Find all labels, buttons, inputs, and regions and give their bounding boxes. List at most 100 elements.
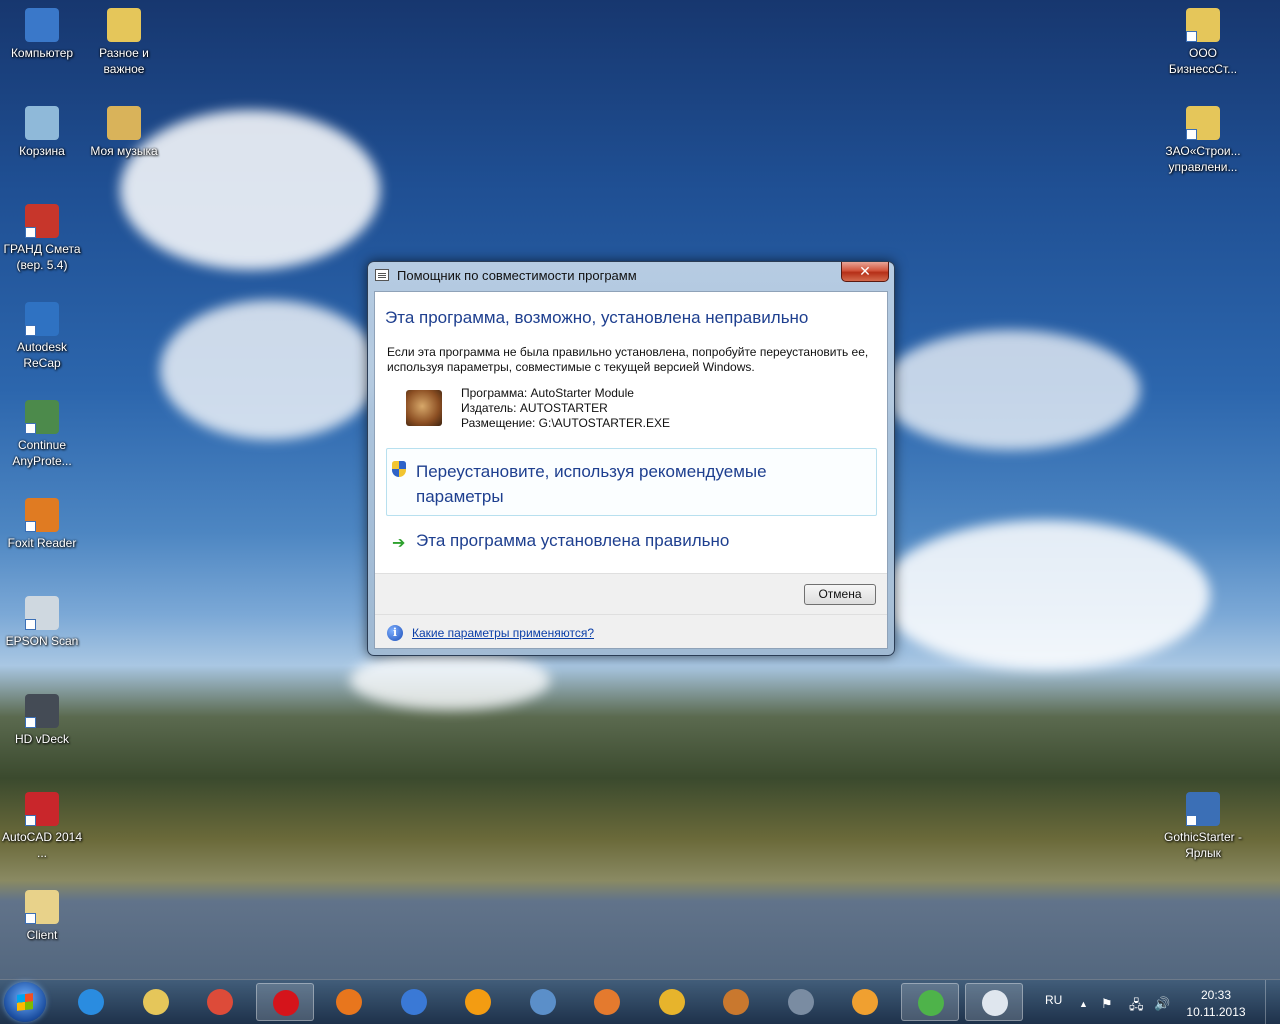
settings-help-link[interactable]: Какие параметры применяются? [412, 626, 594, 640]
taskbar-button-compat-assistant[interactable] [965, 983, 1023, 1021]
dialog-list-icon [982, 990, 1008, 1016]
taskbar: RU ▲ ⚑ 🖧 🔊 20:33 10.11.2013 [0, 979, 1280, 1024]
epson-scan-icon [25, 596, 59, 630]
network-icon[interactable]: 🖧 [1129, 996, 1144, 1018]
taskbar-button-firefox[interactable] [320, 983, 378, 1021]
desktop-icon[interactable]: Continue AnyProte... [0, 398, 84, 469]
installed-correctly-option-button[interactable]: ➔ Эта программа установлена правильно [386, 528, 877, 558]
installed-correctly-option-label: Эта программа установлена правильно [416, 531, 730, 550]
desktop-icon-label: Моя музыка [90, 144, 158, 158]
volume-icon[interactable]: 🔊 [1154, 996, 1170, 1012]
desktop-icon[interactable]: GothicStarter - Ярлык [1161, 790, 1245, 861]
folder-icon [1186, 106, 1220, 140]
folder-icon [107, 8, 141, 42]
desktop-icon-label: ООО БизнессСт... [1168, 46, 1238, 76]
desktop-icon[interactable]: ООО БизнессСт... [1161, 6, 1245, 77]
desktop-icon-label: GothicStarter - Ярлык [1163, 830, 1243, 860]
desktop-icon[interactable]: Моя музыка [82, 104, 166, 159]
dialog-title: Помощник по совместимости программ [397, 268, 637, 283]
anyprotect-icon [25, 400, 59, 434]
desktop-icon-label: AutoCAD 2014 ... [1, 830, 83, 860]
taskbar-button-media[interactable] [514, 983, 572, 1021]
close-button[interactable]: ✕ [841, 262, 889, 282]
taskbar-button-chrome[interactable] [191, 983, 249, 1021]
cloud-decoration [880, 330, 1140, 450]
cloud-decoration [350, 650, 550, 710]
desktop-icon[interactable]: ЗАО«Строи... управлени... [1161, 104, 1245, 175]
cloud-decoration [160, 300, 380, 440]
show-desktop-button[interactable] [1265, 980, 1280, 1024]
package-icon [723, 989, 749, 1015]
taskbar-button-opera[interactable] [255, 983, 314, 1021]
dialog-footer: i Какие параметры применяются? [375, 614, 887, 648]
desktop-icon-label: Continue AnyProte... [12, 438, 72, 468]
grand-smeta-icon [25, 204, 59, 238]
info-icon: i [387, 625, 403, 641]
desktop-icon-label: Client [26, 928, 58, 942]
action-center-flag-icon[interactable]: ⚑ [1101, 996, 1113, 1012]
desktop-icon[interactable]: HD vDeck [0, 692, 84, 747]
desktop-icon[interactable]: AutoCAD 2014 ... [0, 790, 84, 861]
desktop-icon-label: ГРАНД Смета (вер. 5.4) [3, 242, 81, 272]
aimp-icon [465, 989, 491, 1015]
desktop-icon-label: EPSON Scan [5, 634, 79, 648]
taskbar-button-aimp[interactable] [449, 983, 507, 1021]
gothic-starter-icon [1186, 792, 1220, 826]
desktop-icon-label: HD vDeck [14, 732, 69, 746]
taskbar-button-ie[interactable] [62, 983, 120, 1021]
music-folder-icon [107, 106, 141, 140]
desktop-icon[interactable]: Разное и важное [82, 6, 166, 77]
taskbar-button-xnview[interactable] [578, 983, 636, 1021]
autocad-icon [25, 792, 59, 826]
start-button[interactable] [4, 982, 46, 1022]
clock-time: 20:33 [1200, 988, 1232, 1002]
desktop-icon-label: Компьютер [10, 46, 74, 60]
desktop-icon[interactable]: Client [0, 888, 84, 943]
eye2-icon [658, 989, 685, 1015]
eye-icon [594, 989, 620, 1015]
program-info: Программа: AutoStarter Module Издатель: … [461, 386, 670, 431]
program-name: Программа: AutoStarter Module [461, 386, 634, 400]
list-window-icon [375, 269, 389, 281]
desktop-icon[interactable]: ГРАНД Смета (вер. 5.4) [0, 202, 84, 273]
tray-expand-icon[interactable]: ▲ [1079, 999, 1088, 1009]
lightning-icon [400, 989, 427, 1015]
clock[interactable]: 20:33 10.11.2013 [1180, 987, 1252, 1021]
taskbar-button-utorrent[interactable] [900, 983, 959, 1021]
desktop-icon-label: ЗАО«Строи... управлени... [1165, 144, 1241, 174]
desktop-icon-label: Разное и важное [99, 46, 149, 76]
recycle-bin-icon [25, 106, 59, 140]
hd-vdeck-icon [25, 694, 59, 728]
taskbar-button-installer[interactable] [707, 983, 765, 1021]
green-arrow-icon: ➔ [392, 535, 406, 552]
dialog-content: Эта программа, возможно, установлена неп… [374, 291, 888, 649]
video-player-icon [852, 989, 878, 1015]
autodesk-recap-icon [25, 302, 59, 336]
program-icon [406, 390, 442, 426]
program-publisher: Издатель: AUTOSTARTER [461, 401, 608, 415]
cancel-button[interactable]: Отмена [804, 584, 876, 605]
taskbar-button-player[interactable] [836, 983, 894, 1021]
taskbar-button-editor[interactable] [772, 983, 830, 1021]
foxit-reader-icon [25, 498, 59, 532]
document-edit-icon [787, 989, 814, 1015]
desktop-icon[interactable]: Корзина [0, 104, 84, 159]
file-icon [25, 890, 59, 924]
reinstall-option-button[interactable]: Переустановите, используя рекомендуемые … [386, 448, 877, 516]
desktop-icon[interactable]: EPSON Scan [0, 594, 84, 649]
taskbar-button-app-lightning[interactable] [385, 983, 443, 1021]
dialog-titlebar[interactable]: Помощник по совместимости программ ✕ [368, 262, 894, 290]
clock-date: 10.11.2013 [1186, 1005, 1246, 1019]
firefox-icon [336, 989, 362, 1015]
utorrent-icon [917, 990, 944, 1016]
desktop-icon[interactable]: Компьютер [0, 6, 84, 61]
desktop-icon[interactable]: Foxit Reader [0, 496, 84, 551]
desktop-icon-label: Foxit Reader [7, 536, 77, 550]
desktop-icon-label: Autodesk ReCap [16, 340, 68, 370]
internet-explorer-icon [78, 989, 104, 1015]
desktop-icon[interactable]: Autodesk ReCap [0, 300, 84, 371]
taskbar-button-app-eye[interactable] [643, 983, 701, 1021]
folder-icon [1186, 8, 1220, 42]
taskbar-button-explorer[interactable] [127, 983, 185, 1021]
language-indicator[interactable]: RU [1045, 993, 1062, 1007]
